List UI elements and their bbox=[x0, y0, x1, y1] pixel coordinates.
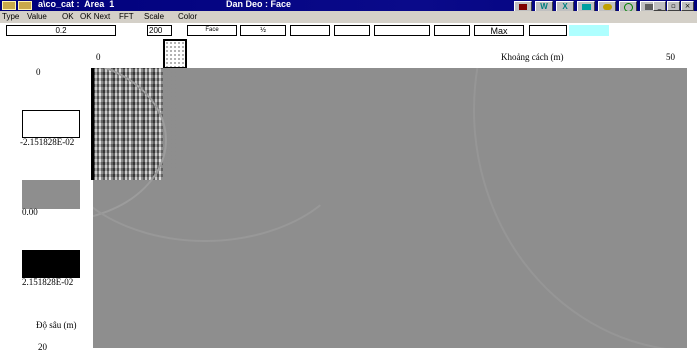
toolbar-field-5[interactable] bbox=[334, 25, 370, 36]
menu-fft[interactable]: FFT bbox=[119, 11, 134, 23]
window-controls: _ ▫ × bbox=[653, 1, 694, 11]
value-field[interactable]: 0.2 bbox=[6, 25, 116, 36]
grey-value-label: 0.00 bbox=[22, 207, 38, 217]
menu-ok-next[interactable]: OK Next bbox=[80, 11, 110, 23]
scale-top-value: 0 bbox=[36, 67, 41, 77]
title-bar: a\co_cat : Area 1 Dan Deo : Face W X _ ▫… bbox=[0, 0, 697, 13]
y-axis-label: Độ sâu (m) bbox=[36, 320, 77, 330]
field-toolbar: 0.2 200 Face ½ Max bbox=[0, 23, 697, 37]
black-swatch bbox=[22, 250, 80, 278]
app-icon-2[interactable] bbox=[18, 1, 32, 10]
menu-type[interactable]: Type bbox=[2, 11, 19, 23]
hyperbola-arc bbox=[473, 68, 687, 348]
menu-value[interactable]: Value bbox=[27, 11, 47, 23]
toolbar-field-7[interactable] bbox=[434, 25, 470, 36]
white-value-label: -2.151828E-02 bbox=[20, 137, 75, 147]
menu-color[interactable]: Color bbox=[178, 11, 197, 23]
menu-bar: Type Value OK OK Next FFT Scale Color bbox=[0, 11, 697, 23]
toolbar-field-4[interactable] bbox=[290, 25, 330, 36]
document-title: Dan Deo : Face bbox=[226, 0, 292, 9]
radar-plot[interactable] bbox=[93, 68, 687, 348]
close-button[interactable]: × bbox=[681, 1, 694, 11]
white-swatch bbox=[22, 110, 80, 138]
black-value-label: 2.151828E-02 bbox=[22, 277, 74, 287]
face-button[interactable]: Face bbox=[187, 25, 237, 36]
max-field[interactable] bbox=[529, 25, 567, 36]
menu-scale[interactable]: Scale bbox=[144, 11, 164, 23]
highlight-field[interactable] bbox=[569, 25, 609, 36]
menu-ok[interactable]: OK bbox=[62, 11, 74, 23]
x-start-label: 0 bbox=[96, 52, 101, 62]
app-icon-1[interactable] bbox=[2, 1, 16, 10]
hyperbola-arc bbox=[93, 68, 357, 242]
half-button[interactable]: ½ bbox=[240, 25, 286, 36]
y-end-label: 20 bbox=[38, 342, 47, 352]
x-axis-label: Khoảng cách (m) bbox=[501, 52, 564, 62]
maximize-button[interactable]: ▫ bbox=[667, 1, 680, 11]
minimize-button[interactable]: _ bbox=[653, 1, 666, 11]
trace-marker-bar bbox=[91, 68, 94, 180]
fft-field[interactable]: 200 bbox=[147, 25, 172, 36]
pattern-selector[interactable] bbox=[163, 39, 187, 69]
x-end-label: 50 bbox=[666, 52, 675, 62]
window-title: a\co_cat : Area 1 bbox=[38, 0, 115, 9]
toolbar-field-6[interactable] bbox=[374, 25, 430, 36]
grey-swatch bbox=[22, 180, 80, 209]
app-icons bbox=[2, 1, 32, 10]
max-button[interactable]: Max bbox=[474, 25, 524, 36]
